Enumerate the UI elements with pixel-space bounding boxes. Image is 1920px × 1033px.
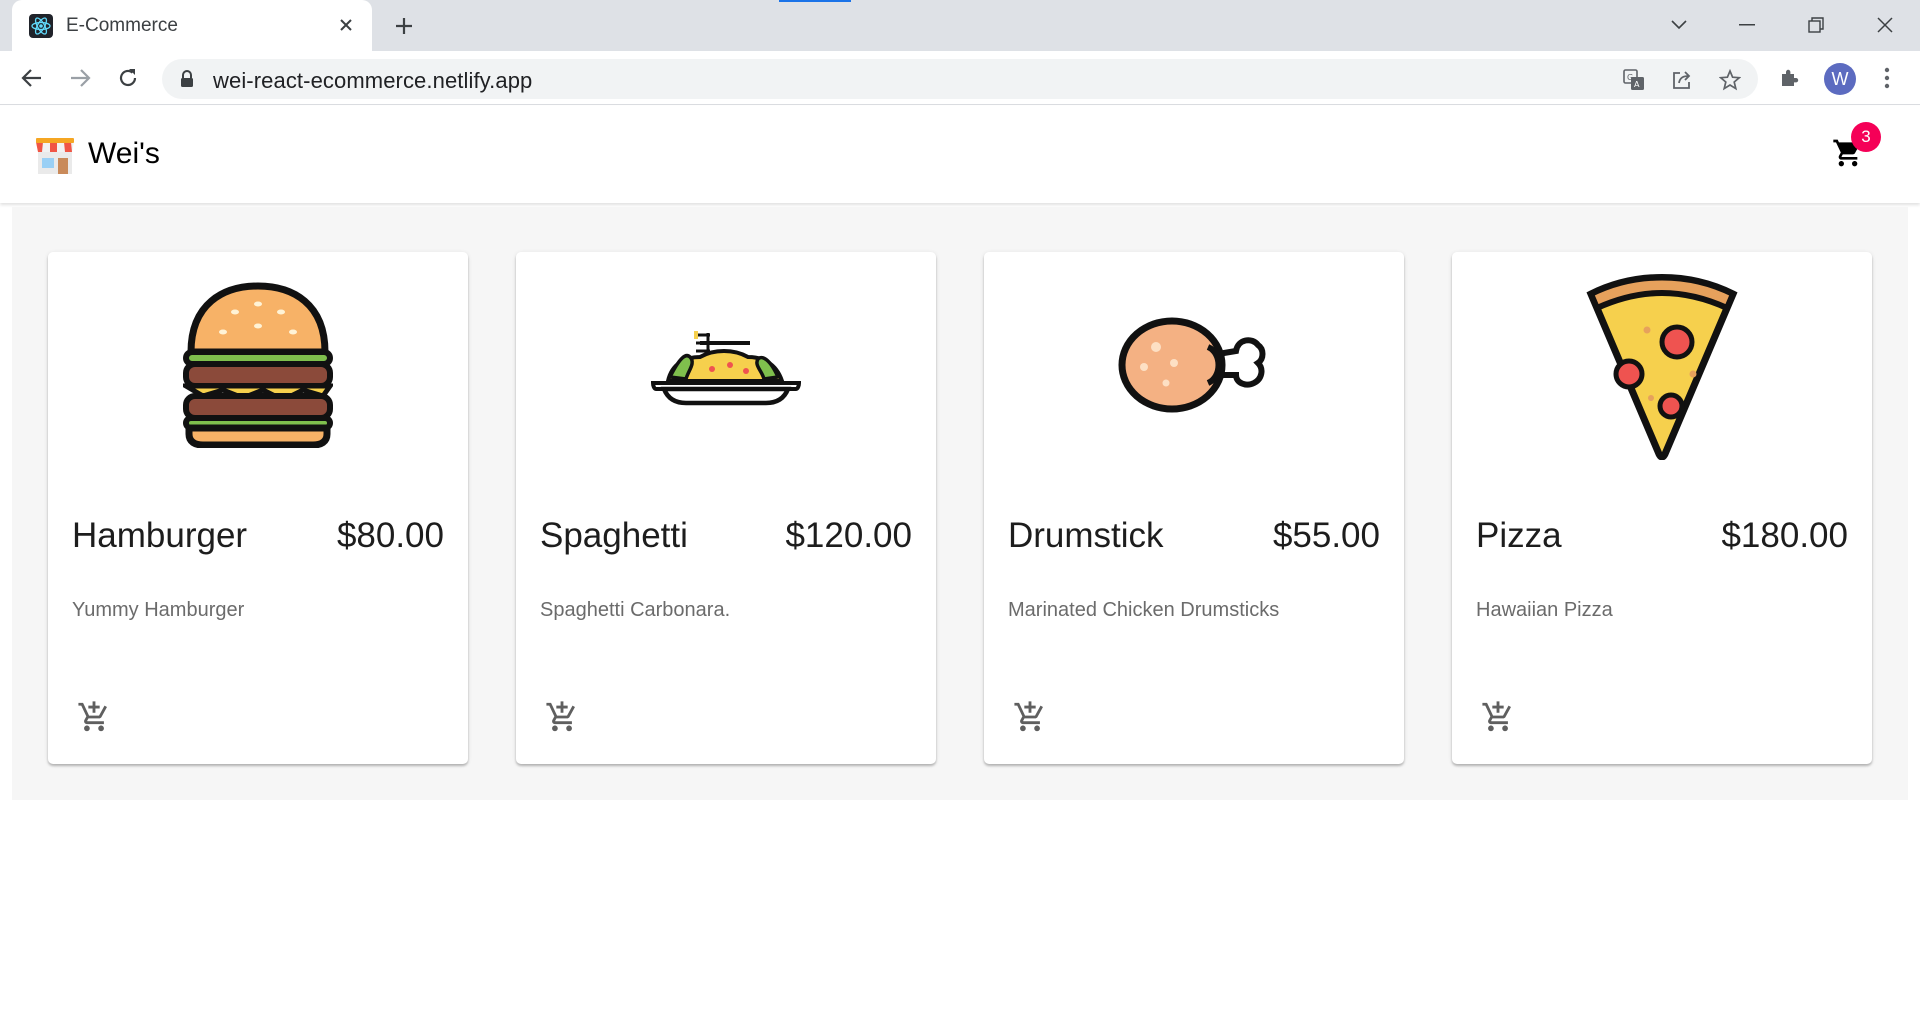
svg-text:A: A [1634,80,1640,89]
translate-icon[interactable]: GA [1621,67,1647,93]
more-menu-icon[interactable] [1873,64,1901,92]
close-window-icon[interactable] [1870,10,1900,40]
add-shopping-cart-icon [545,700,579,739]
close-tab-icon[interactable] [334,13,358,37]
cart-count-badge: 3 [1851,122,1881,152]
react-icon [29,13,53,38]
extensions-icon[interactable] [1776,64,1804,92]
product-price: $180.00 [1721,516,1848,555]
product-image [516,252,936,482]
browser-toolbar: wei-react-ecommerce.netlify.app GA W [0,51,1920,105]
product-card: Hamburger $80.00 Yummy Hamburger [48,252,468,764]
product-description: Spaghetti Carbonara. [540,599,731,621]
store-logo-icon[interactable] [34,134,76,176]
lock-icon[interactable] [180,70,194,93]
drumstick-icon [1118,317,1270,418]
product-name[interactable]: Pizza [1476,516,1562,556]
add-shopping-cart-icon [1013,700,1047,739]
brand-title[interactable]: Wei's [88,137,160,171]
product-name[interactable]: Spaghetti [540,516,688,556]
browser-tab-bar: E-Commerce [0,0,1920,51]
product-card: Drumstick $55.00 Marinated Chicken Drums… [984,252,1404,764]
add-shopping-cart-icon [77,700,111,739]
product-image [48,252,468,482]
spaghetti-icon [650,323,802,412]
product-price: $120.00 [785,516,912,555]
restore-icon[interactable] [1801,10,1831,40]
product-image [1452,252,1872,482]
product-name[interactable]: Hamburger [72,516,247,556]
url-text[interactable]: wei-react-ecommerce.netlify.app [213,68,532,94]
profile-avatar[interactable]: W [1824,63,1856,95]
bookmark-star-icon[interactable] [1717,67,1743,93]
product-image [984,252,1404,482]
product-description: Marinated Chicken Drumsticks [1008,599,1280,621]
tab-search-icon[interactable] [1664,10,1694,40]
product-price: $55.00 [1272,516,1380,555]
hamburger-icon [176,281,335,453]
add-to-cart-button[interactable] [1478,699,1518,739]
browser-tab[interactable]: E-Commerce [12,0,372,51]
add-to-cart-button[interactable] [1010,699,1050,739]
svg-text:G: G [1627,73,1633,82]
product-card: Pizza $180.00 Hawaiian Pizza [1452,252,1872,764]
pizza-icon [1585,270,1739,465]
app-header: Wei's 3 [0,106,1920,203]
address-bar[interactable]: wei-react-ecommerce.netlify.app GA [162,59,1758,99]
new-tab-button[interactable] [390,12,418,40]
product-description: Hawaiian Pizza [1476,599,1613,621]
share-icon[interactable] [1669,67,1695,93]
product-grid: Hamburger $80.00 Yummy Hamburger Spaghet… [12,207,1908,800]
forward-arrow-icon[interactable] [65,63,95,93]
add-to-cart-button[interactable] [542,699,582,739]
reload-icon[interactable] [113,63,143,93]
product-card: Spaghetti $120.00 Spaghetti Carbonara. [516,252,936,764]
product-price: $80.00 [336,516,444,555]
add-to-cart-button[interactable] [74,699,114,739]
product-name[interactable]: Drumstick [1008,516,1164,556]
add-shopping-cart-icon [1481,700,1515,739]
loading-indicator [779,0,851,2]
back-arrow-icon[interactable] [17,63,47,93]
minimize-icon[interactable] [1732,10,1762,40]
tab-title: E-Commerce [66,14,178,36]
product-description: Yummy Hamburger [72,599,245,621]
